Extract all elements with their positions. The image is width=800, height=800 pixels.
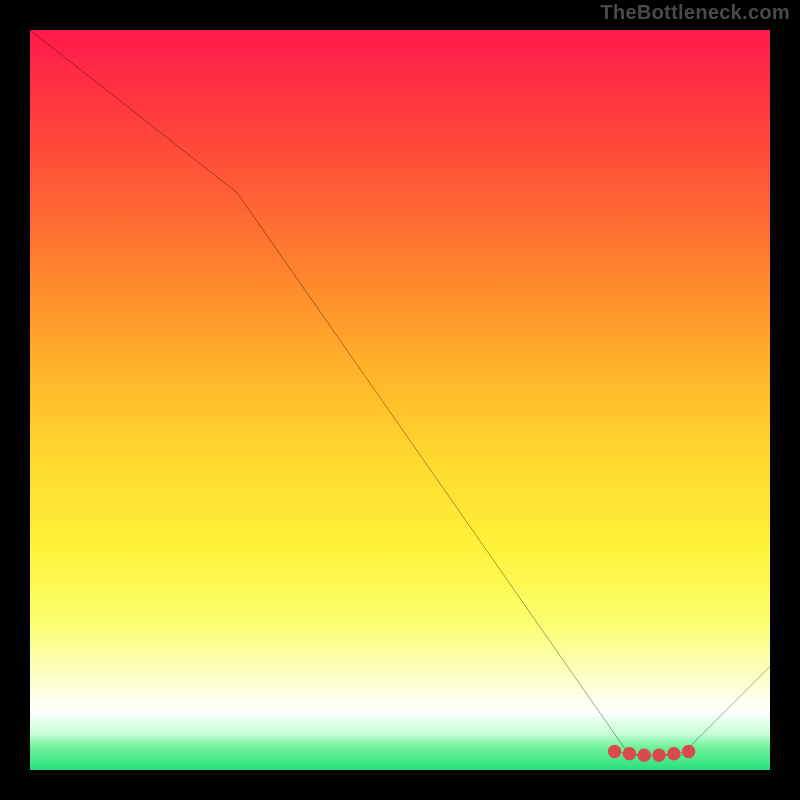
curve-line: [30, 30, 770, 755]
marker-dot: [608, 745, 621, 758]
chart-container: TheBottleneck.com: [0, 0, 800, 800]
marker-dot: [652, 749, 665, 762]
watermark-label: TheBottleneck.com: [600, 2, 790, 25]
marker-dot: [667, 747, 680, 760]
marker-dot: [638, 749, 651, 762]
marker-dot: [682, 745, 695, 758]
chart-overlay: [30, 30, 770, 770]
marker-dot: [623, 747, 636, 760]
marker-group: [608, 745, 695, 762]
